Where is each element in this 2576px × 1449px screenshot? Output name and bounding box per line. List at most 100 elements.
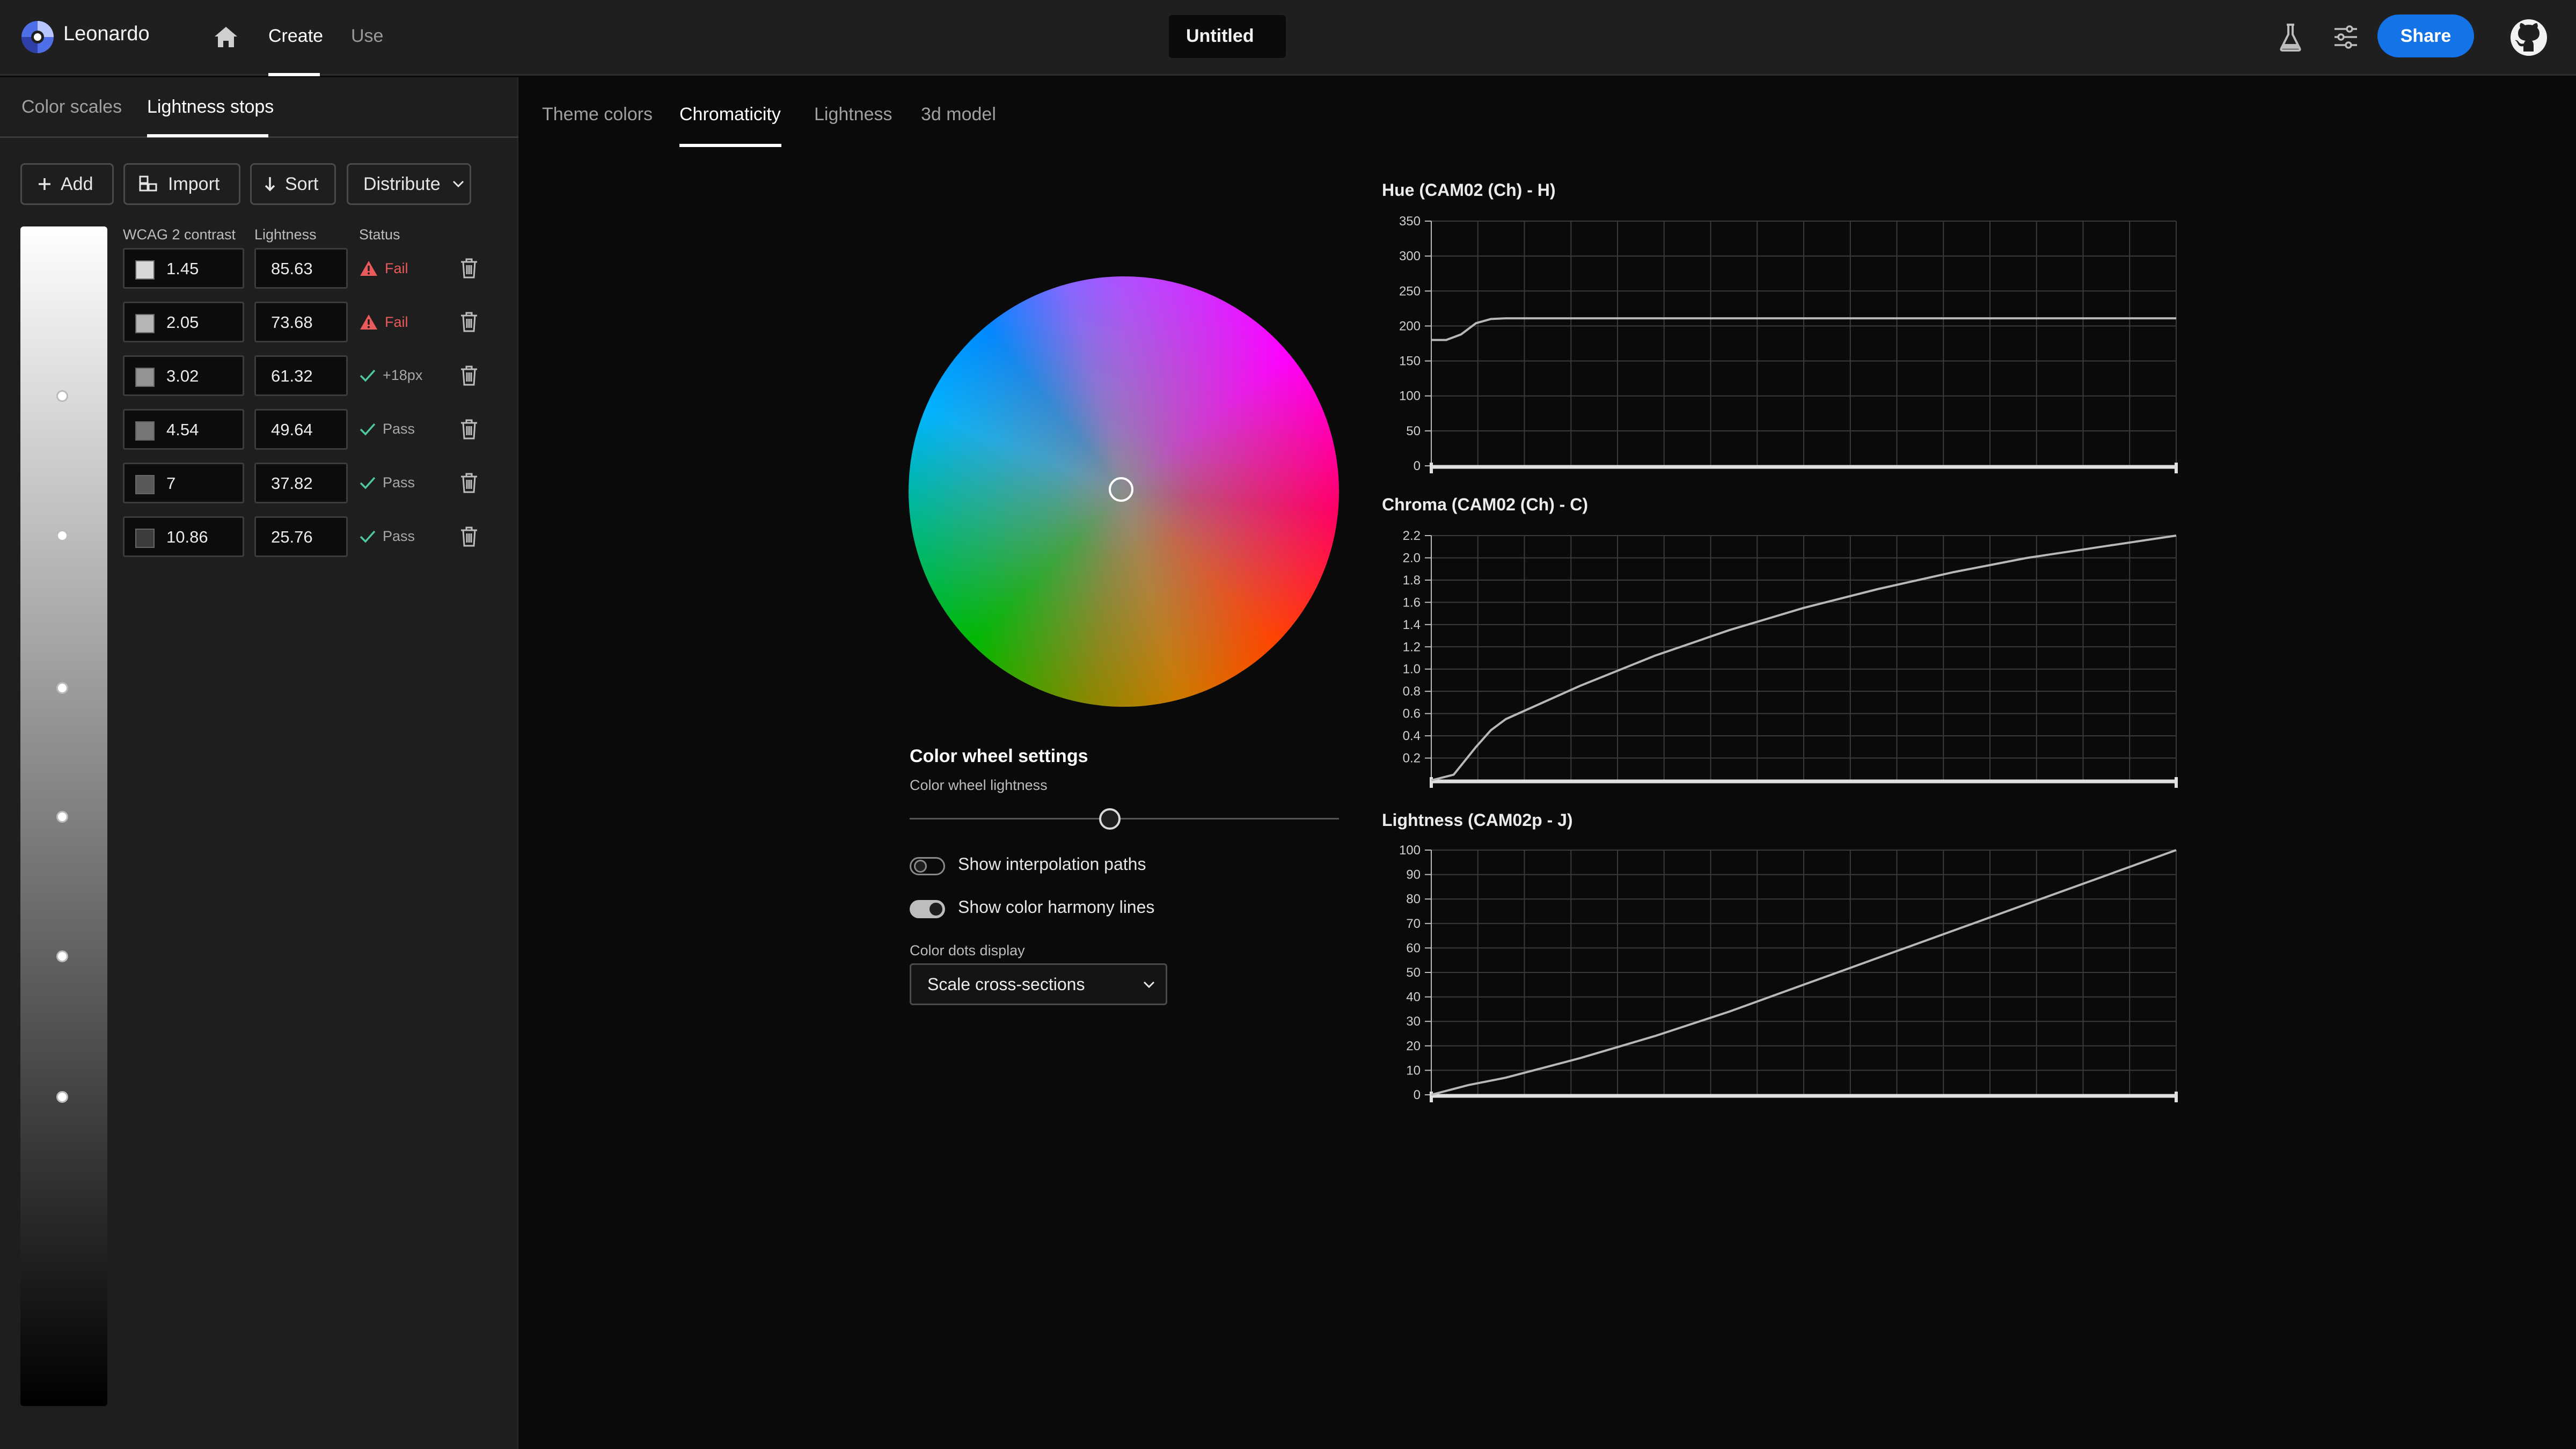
import-button[interactable]: Import xyxy=(123,163,240,205)
distribute-label: Distribute xyxy=(363,173,441,194)
trash-icon[interactable] xyxy=(459,258,479,279)
y-tick-label: 50 xyxy=(1406,965,1421,980)
lightness-input[interactable]: 25.76 xyxy=(254,516,348,557)
tab-color-scales[interactable]: Color scales xyxy=(21,97,122,118)
tab-lightness[interactable]: Lightness xyxy=(814,104,892,125)
checkmark-icon xyxy=(360,530,376,543)
document-title-field[interactable]: Untitled xyxy=(1169,15,1286,58)
alert-icon xyxy=(360,261,377,276)
sort-button-label: Sort xyxy=(285,173,319,194)
status-badge: Pass xyxy=(359,421,415,437)
color-harmony-lines-label: Show color harmony lines xyxy=(958,897,1155,917)
home-icon[interactable] xyxy=(213,25,239,49)
share-button[interactable]: Share xyxy=(2377,14,2474,57)
color-wheel-handle[interactable] xyxy=(1109,477,1133,502)
distribute-dropdown[interactable]: Distribute xyxy=(347,163,471,205)
status-badge: Fail xyxy=(359,313,408,331)
stop-handle[interactable] xyxy=(56,682,68,694)
add-button[interactable]: Add xyxy=(20,163,114,205)
nav-use[interactable]: Use xyxy=(351,26,383,47)
contrast-value: 10.86 xyxy=(166,528,208,546)
checkmark-icon xyxy=(360,369,376,382)
lightness-input[interactable]: 73.68 xyxy=(254,302,348,342)
nav-create[interactable]: Create xyxy=(268,26,323,47)
lightness-chart-title: Lightness (CAM02p - J) xyxy=(1382,810,1573,830)
github-icon[interactable] xyxy=(2509,18,2548,57)
y-tick-label: 70 xyxy=(1406,917,1421,931)
trash-icon[interactable] xyxy=(459,526,479,547)
color-dots-display-value: Scale cross-sections xyxy=(927,975,1085,994)
y-tick-label: 1.6 xyxy=(1403,595,1421,610)
flask-icon[interactable] xyxy=(2278,23,2303,53)
y-tick-label: 90 xyxy=(1406,868,1421,882)
y-tick-label: 50 xyxy=(1406,424,1421,438)
tab-theme-colors[interactable]: Theme colors xyxy=(542,104,653,125)
lightness-input[interactable]: 85.63 xyxy=(254,248,348,289)
status-text: Pass xyxy=(383,528,415,544)
contrast-input[interactable]: 2.05 xyxy=(123,302,244,342)
checkmark-icon xyxy=(360,477,376,489)
y-tick-label: 1.0 xyxy=(1403,662,1421,677)
status-badge: Pass xyxy=(359,474,415,491)
lightness-input[interactable]: 61.32 xyxy=(254,355,348,396)
trash-icon[interactable] xyxy=(459,419,479,440)
y-tick-label: 30 xyxy=(1406,1014,1421,1029)
stop-handle[interactable] xyxy=(56,390,68,402)
contrast-input[interactable]: 10.86 xyxy=(123,516,244,557)
y-tick-label: 100 xyxy=(1399,389,1421,404)
nav-active-underline xyxy=(268,73,320,76)
tab-chromaticity[interactable]: Chromaticity xyxy=(679,104,781,125)
y-tick-label: 1.4 xyxy=(1403,618,1421,632)
color-swatch xyxy=(135,475,155,494)
settings-sliders-icon[interactable] xyxy=(2332,24,2359,50)
tab-lightness-stops[interactable]: Lightness stops xyxy=(147,97,274,118)
y-tick-label: 1.2 xyxy=(1403,640,1421,654)
stop-handle[interactable] xyxy=(56,1091,68,1103)
plus-icon xyxy=(39,178,50,190)
y-tick-label: 0.8 xyxy=(1403,684,1421,699)
main-tab-active-underline xyxy=(679,144,781,147)
interpolation-paths-toggle[interactable] xyxy=(910,857,945,875)
color-wheel-lightness-slider[interactable] xyxy=(910,818,1339,819)
trash-icon[interactable] xyxy=(459,472,479,494)
color-dots-display-label: Color dots display xyxy=(910,942,1025,958)
y-tick-label: 0.6 xyxy=(1403,707,1421,721)
lightness-value: 61.32 xyxy=(271,367,313,385)
color-wheel-lightness-label: Color wheel lightness xyxy=(910,777,1048,793)
stop-handle[interactable] xyxy=(56,811,68,823)
lightness-value: 73.68 xyxy=(271,313,313,332)
color-swatch xyxy=(135,314,155,333)
chevron-down-icon xyxy=(452,180,464,188)
stop-handle[interactable] xyxy=(56,530,68,541)
import-button-label: Import xyxy=(168,173,220,194)
color-swatch xyxy=(135,260,155,280)
color-harmony-lines-toggle[interactable] xyxy=(910,900,945,918)
color-swatch xyxy=(135,529,155,548)
contrast-input[interactable]: 4.54 xyxy=(123,409,244,450)
stop-handle[interactable] xyxy=(56,950,68,962)
tab-3d-model[interactable]: 3d model xyxy=(921,104,996,125)
lightness-input[interactable]: 37.82 xyxy=(254,463,348,503)
contrast-input[interactable]: 3.02 xyxy=(123,355,244,396)
color-wheel-lightness-slider-thumb[interactable] xyxy=(1099,808,1121,830)
contrast-input[interactable]: 7 xyxy=(123,463,244,503)
column-header-contrast: WCAG 2 contrast xyxy=(123,226,236,243)
lightness-input[interactable]: 49.64 xyxy=(254,409,348,450)
chevron-down-icon xyxy=(1143,981,1155,989)
y-tick-label: 0.4 xyxy=(1403,729,1421,743)
contrast-value: 4.54 xyxy=(166,420,199,439)
color-dots-display-select[interactable]: Scale cross-sections xyxy=(910,963,1167,1005)
app-name[interactable]: Leonardo xyxy=(63,23,150,46)
document-title: Untitled xyxy=(1186,26,1254,46)
y-tick-label: 80 xyxy=(1406,892,1421,906)
y-tick-label: 60 xyxy=(1406,941,1421,955)
y-tick-label: 0 xyxy=(1414,459,1421,473)
contrast-input[interactable]: 1.45 xyxy=(123,248,244,289)
status-text: Pass xyxy=(383,474,415,491)
sort-button[interactable]: Sort xyxy=(250,163,336,205)
trash-icon[interactable] xyxy=(459,365,479,386)
hue-chart: 0 50 100 150 200 250 300 350 xyxy=(1399,214,2178,473)
y-tick-label: 100 xyxy=(1399,843,1421,858)
leonardo-logo-icon[interactable] xyxy=(20,20,55,54)
trash-icon[interactable] xyxy=(459,311,479,333)
